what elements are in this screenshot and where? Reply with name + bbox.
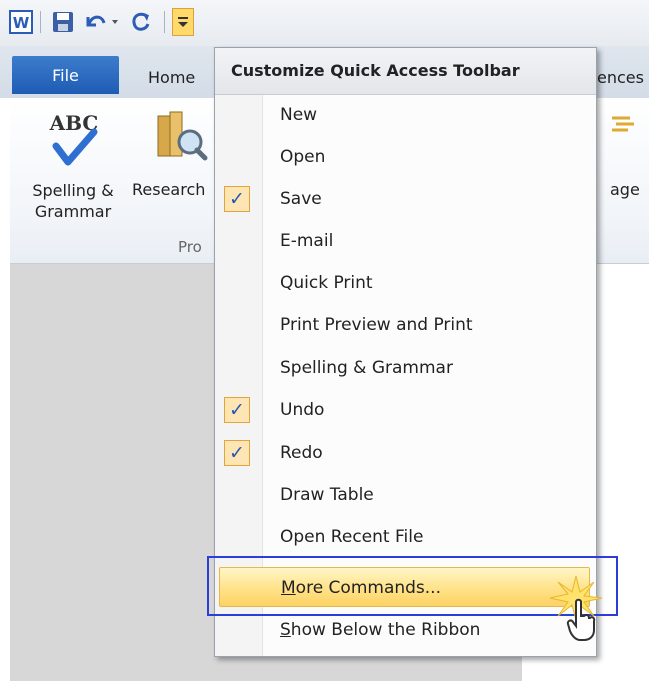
undo-icon[interactable] bbox=[82, 9, 122, 35]
save-icon[interactable] bbox=[50, 9, 76, 35]
menu-item-label: E-mail bbox=[280, 231, 334, 251]
menu-item-label: Quick Print bbox=[280, 273, 373, 293]
research-book-icon[interactable] bbox=[152, 106, 212, 166]
svg-text:W: W bbox=[13, 14, 30, 32]
proofing-group-label: Pro bbox=[178, 238, 202, 256]
spelling-grammar-label[interactable]: Spelling & Grammar bbox=[18, 180, 128, 222]
menu-item-label: Show Below the Ribbon bbox=[280, 620, 481, 640]
menu-item-open[interactable]: Open bbox=[219, 137, 590, 177]
menu-item-label: Open bbox=[280, 147, 326, 167]
research-label[interactable]: Research bbox=[132, 180, 216, 199]
menu-item-label: New bbox=[280, 105, 318, 125]
check-icon: ✓ bbox=[224, 440, 250, 466]
menu-item-save[interactable]: ✓ Save bbox=[219, 179, 590, 219]
check-icon: ✓ bbox=[224, 397, 250, 423]
check-icon: ✓ bbox=[224, 186, 250, 212]
menu-item-email[interactable]: E-mail bbox=[219, 221, 590, 261]
toolbar-separator bbox=[164, 11, 165, 33]
menu-item-undo[interactable]: ✓ Undo bbox=[219, 390, 590, 430]
menu-item-label: Print Preview and Print bbox=[280, 315, 473, 335]
menu-item-quick-print[interactable]: Quick Print bbox=[219, 263, 590, 303]
menu-item-label: Open Recent File bbox=[280, 527, 424, 547]
tab-references[interactable]: ences bbox=[597, 68, 649, 87]
menu-title: Customize Quick Access Toolbar bbox=[215, 48, 596, 95]
menu-item-redo[interactable]: ✓ Redo bbox=[219, 433, 590, 473]
customize-dropdown-icon[interactable] bbox=[172, 8, 194, 36]
menu-item-label: Save bbox=[280, 189, 322, 209]
language-label[interactable]: age bbox=[610, 180, 640, 199]
menu-item-new[interactable]: New bbox=[219, 95, 590, 135]
menu-item-open-recent-file[interactable]: Open Recent File bbox=[219, 517, 590, 557]
menu-item-show-below-ribbon[interactable]: Show Below the Ribbon bbox=[219, 610, 590, 650]
menu-item-label: Redo bbox=[280, 443, 323, 463]
language-icon[interactable] bbox=[608, 112, 638, 142]
menu-item-label: Undo bbox=[280, 400, 325, 420]
abc-check-icon[interactable]: ABC bbox=[44, 106, 104, 176]
tab-home[interactable]: Home bbox=[148, 68, 195, 87]
toolbar-separator bbox=[40, 11, 41, 33]
word-icon[interactable]: W bbox=[8, 9, 34, 35]
mouse-cursor-icon bbox=[566, 598, 596, 642]
menu-item-label: Spelling & Grammar bbox=[280, 358, 453, 378]
menu-item-print-preview[interactable]: Print Preview and Print bbox=[219, 305, 590, 345]
menu-item-spelling-grammar[interactable]: Spelling & Grammar bbox=[219, 348, 590, 388]
redo-icon[interactable] bbox=[128, 9, 154, 35]
menu-item-label: Draw Table bbox=[280, 485, 374, 505]
quick-access-toolbar: W bbox=[0, 0, 649, 46]
tab-file[interactable]: File bbox=[12, 56, 119, 94]
menu-item-draw-table[interactable]: Draw Table bbox=[219, 475, 590, 515]
